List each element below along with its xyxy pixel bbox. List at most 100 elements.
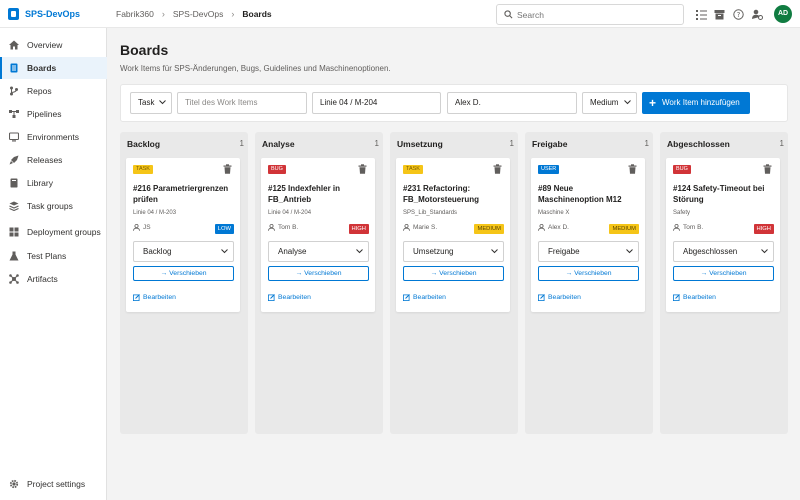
chevron-down-icon [159, 100, 166, 105]
work-item-form: Task Titel des Work Items Linie 04 / M-2… [120, 84, 788, 122]
gear-icon [9, 479, 19, 489]
page-subtitle: Work Items für SPS-Änderungen, Bugs, Gui… [120, 64, 391, 73]
task-list-icon[interactable] [696, 9, 707, 20]
sidebar-item-repos[interactable]: Repos [0, 80, 107, 102]
work-item-card[interactable]: BUG #124 Safety-Timeout bei Störung Safety… [666, 158, 780, 312]
breadcrumb-item-project[interactable]: SPS-DevOps [173, 9, 224, 19]
plus-icon: + [649, 96, 657, 110]
work-item-title: #89 Neue Maschinenoption M12 [538, 184, 622, 204]
breadcrumb-item-current[interactable]: Boards [242, 9, 271, 19]
person-icon [133, 224, 140, 231]
edit-link[interactable]: Bearbeiten [673, 294, 716, 301]
search-box[interactable] [496, 4, 684, 25]
move-button[interactable]: → Verschieben [538, 266, 639, 281]
trash-icon[interactable] [358, 164, 367, 174]
trash-icon[interactable] [763, 164, 772, 174]
chevron-down-icon [491, 249, 498, 254]
trash-icon[interactable] [493, 164, 502, 174]
priority-badge: HIGH [348, 224, 369, 234]
sidebar-item-task-groups[interactable]: Task groups [0, 195, 107, 217]
work-item-card[interactable]: USER #89 Neue Maschinenoption M12 Maschine… [531, 158, 645, 312]
edit-link[interactable]: Bearbeiten [403, 294, 446, 301]
person-icon [403, 224, 410, 231]
trash-icon[interactable] [628, 164, 637, 174]
work-item-location: Linie 04 / M-204 [268, 210, 312, 216]
work-item-type-badge: TASK [403, 165, 423, 174]
work-item-card[interactable]: TASK #231 Refactoring: FB_Motorsteuerung S… [396, 158, 510, 312]
column-title: Analyse [262, 139, 295, 149]
task-groups-icon [9, 201, 19, 211]
status-select[interactable]: Backlog [133, 241, 234, 262]
column-title: Freigabe [532, 139, 568, 149]
trash-icon[interactable] [223, 164, 232, 174]
pipelines-icon [9, 110, 19, 118]
sidebar-item-deployment-groups[interactable]: Deployment groups [0, 218, 107, 246]
work-item-assignee: Marie S. [403, 224, 437, 231]
edit-link[interactable]: Bearbeiten [133, 294, 176, 301]
sidebar-item-library[interactable]: Library [0, 172, 107, 194]
board-column: Umsetzung 1 TASK #231 Refactoring: FB_Motor… [390, 132, 518, 434]
status-select[interactable]: Abgeschlossen [673, 241, 774, 262]
sidebar-item-environments[interactable]: Environments [0, 126, 107, 148]
search-input[interactable] [517, 7, 677, 22]
work-item-title: #231 Refactoring: FB_Motorsteuerung [403, 184, 479, 204]
edit-link[interactable]: Bearbeiten [268, 294, 311, 301]
repos-icon [10, 86, 18, 96]
move-button[interactable]: → Verschieben [268, 266, 369, 281]
assignee-input[interactable]: Alex D. [447, 92, 577, 114]
work-item-card[interactable]: TASK #216 Parametriergrenzen prüfen Linie … [126, 158, 240, 312]
edit-link[interactable]: Bearbeiten [538, 294, 581, 301]
board-column: Freigabe 1 USER #89 Neue Maschinenoption M1… [525, 132, 653, 434]
work-item-assignee: Tom B. [673, 224, 703, 231]
move-button[interactable]: → Verschieben [673, 266, 774, 281]
column-count: 1 [374, 139, 379, 148]
chevron-down-icon [761, 249, 768, 254]
avatar[interactable]: AD [774, 5, 792, 23]
sidebar-item-project-settings[interactable]: Project settings [0, 473, 107, 495]
move-button[interactable]: → Verschieben [133, 266, 234, 281]
work-item-type-badge: USER [538, 165, 560, 174]
help-icon[interactable]: ? [733, 9, 744, 20]
status-select[interactable]: Umsetzung [403, 241, 504, 262]
arrow-right-icon: → [430, 270, 440, 277]
work-item-assignee: JS [133, 224, 151, 231]
chevron-down-icon [221, 249, 228, 254]
work-item-title: #125 Indexfehler in FB_Antrieb [268, 184, 341, 204]
sidebar-item-boards[interactable]: Boards [0, 57, 107, 79]
work-item-card[interactable]: BUG #125 Indexfehler in FB_Antrieb Linie 0… [261, 158, 375, 312]
work-item-assignee: Tom B. [268, 224, 298, 231]
person-icon [268, 224, 275, 231]
marketplace-icon[interactable] [714, 9, 725, 20]
board-column: Abgeschlossen 1 BUG #124 Safety-Timeout bei… [660, 132, 788, 434]
breadcrumb-item-org[interactable]: Fabrik360 [116, 9, 154, 19]
move-button[interactable]: → Verschieben [403, 266, 504, 281]
sidebar-item-test-plans[interactable]: Test Plans [0, 245, 107, 267]
app-logo-icon[interactable] [8, 8, 19, 20]
work-item-location: Linie 04 / M-203 [133, 210, 177, 216]
arrow-right-icon: → [160, 270, 170, 277]
priority-badge: HIGH [753, 224, 774, 234]
user-settings-icon[interactable] [752, 9, 763, 20]
edit-icon [403, 294, 410, 301]
sidebar-item-releases[interactable]: Releases [0, 149, 107, 171]
priority-select[interactable]: Medium [582, 92, 637, 114]
column-title: Abgeschlossen [667, 139, 730, 149]
status-select[interactable]: Freigabe [538, 241, 639, 262]
sidebar-item-pipelines[interactable]: Pipelines [0, 103, 107, 125]
app-name[interactable]: SPS-DevOps [25, 9, 80, 19]
arrow-right-icon: → [565, 270, 575, 277]
sidebar-item-overview[interactable]: Overview [0, 34, 107, 56]
chevron-down-icon [624, 100, 631, 105]
page-title: Boards [120, 42, 169, 58]
work-item-title: #124 Safety-Timeout bei Störung [673, 184, 765, 204]
edit-icon [673, 294, 680, 301]
priority-badge: LOW [214, 224, 234, 234]
title-input[interactable]: Titel des Work Items [177, 92, 307, 114]
location-input[interactable]: Linie 04 / M-204 [312, 92, 441, 114]
sidebar-item-artifacts[interactable]: Artifacts [0, 268, 107, 290]
type-select[interactable]: Task [130, 92, 172, 114]
status-select[interactable]: Analyse [268, 241, 369, 262]
library-icon [10, 178, 18, 188]
work-item-type-badge: BUG [673, 165, 691, 174]
add-work-item-button[interactable]: + Work Item hinzufügen [642, 92, 750, 114]
